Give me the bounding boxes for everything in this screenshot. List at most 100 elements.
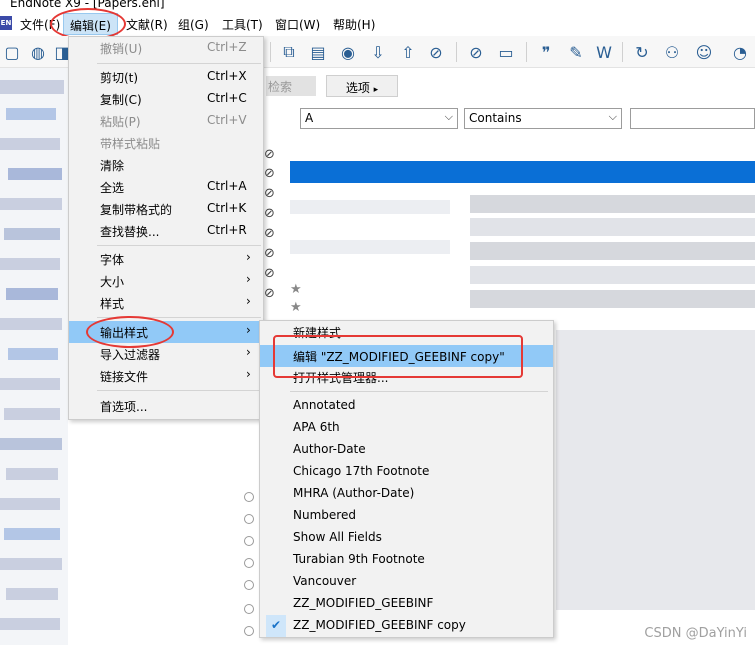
toolbar-separator — [456, 42, 457, 62]
blurred-reference-text — [470, 266, 755, 284]
blurred-reference-text — [470, 195, 755, 213]
radio-button[interactable] — [244, 580, 254, 590]
menu-undo[interactable]: 撤销(U) Ctrl+Z — [69, 37, 263, 59]
radio-button[interactable] — [244, 604, 254, 614]
menu-paste[interactable]: 粘贴(P) Ctrl+V — [69, 110, 263, 132]
blurred-content — [0, 318, 62, 330]
style-author-date[interactable]: Author-Date — [260, 439, 553, 461]
menu-size[interactable]: 大小 › — [69, 270, 263, 292]
toolbar-link-icon[interactable]: ⊘ — [464, 40, 488, 64]
menu-select-all[interactable]: 全选 Ctrl+A — [69, 176, 263, 198]
search-text-input[interactable] — [630, 108, 755, 129]
title-bar: EndNote X9 - [Papers.enl] — [0, 0, 755, 12]
edit-style-annotation-rect — [273, 335, 523, 378]
blurred-content — [0, 618, 60, 630]
chevron-right-icon: › — [246, 272, 251, 286]
toolbar-library-icon[interactable]: ▢ — [0, 40, 24, 64]
radio-button[interactable] — [244, 536, 254, 546]
radio-button[interactable] — [244, 558, 254, 568]
blurred-content — [4, 228, 60, 240]
radio-button[interactable] — [244, 514, 254, 524]
menu-separator — [290, 391, 548, 392]
clip-icon: ⊘ — [264, 226, 275, 241]
toolbar-download-icon[interactable]: ⇩ — [366, 40, 390, 64]
blurred-content — [6, 468, 58, 480]
menu-paste-with-style[interactable]: 带样式粘贴 — [69, 132, 263, 154]
toolbar-folder-icon[interactable]: ▭ — [494, 40, 518, 64]
toolbar-user-icon[interactable]: ☺ — [692, 40, 716, 64]
clip-icon: ⊘ — [264, 206, 275, 221]
toolbar-separator — [526, 42, 527, 62]
menu-import-filters[interactable]: 导入过滤器 › — [69, 343, 263, 365]
style-mhra-author-date[interactable]: MHRA (Author-Date) — [260, 483, 553, 505]
style-apa-6th[interactable]: APA 6th — [260, 417, 553, 439]
menu-copy-formatted[interactable]: 复制带格式的 Ctrl+K — [69, 198, 263, 220]
toolbar-word-icon[interactable]: W — [592, 40, 616, 64]
radio-button[interactable] — [244, 492, 254, 502]
chevron-right-icon: › — [246, 367, 251, 381]
menu-groups[interactable]: 组(G) — [178, 16, 209, 33]
style-numbered[interactable]: Numbered — [260, 505, 553, 527]
blurred-content — [0, 258, 60, 270]
toolbar-globe-icon[interactable]: ◍ — [26, 40, 50, 64]
star-icon[interactable]: ★ — [290, 282, 302, 297]
star-icon[interactable]: ★ — [290, 300, 302, 315]
clip-icon: ⊘ — [264, 147, 275, 162]
chevron-right-icon: › — [246, 345, 251, 359]
clip-icon: ⊘ — [264, 166, 275, 181]
blurred-content — [4, 528, 60, 540]
menu-font[interactable]: 字体 › — [69, 248, 263, 270]
toolbar-share-icon[interactable]: ⚇ — [660, 40, 684, 64]
menu-cut[interactable]: 剪切(t) Ctrl+X — [69, 66, 263, 88]
style-zz-modified-geebinf[interactable]: ZZ_MODIFIED_GEEBINF — [260, 593, 553, 615]
toolbar-more-icon[interactable]: ◔ — [728, 40, 752, 64]
toolbar-format-icon[interactable]: ✎ — [564, 40, 588, 64]
selected-reference-row[interactable] — [290, 161, 755, 183]
toolbar-online-search-icon[interactable]: ◉ — [336, 40, 360, 64]
dropdown-arrow-icon: ⌵ — [608, 110, 617, 123]
menu-find-replace[interactable]: 查找替换... Ctrl+R — [69, 220, 263, 242]
field-select[interactable]: A ⌵ — [300, 108, 458, 129]
operator-select[interactable]: Contains ⌵ — [464, 108, 622, 129]
check-icon: ✔ — [266, 615, 286, 637]
chevron-right-icon: › — [246, 323, 251, 337]
blurred-content — [0, 138, 60, 150]
blurred-content — [0, 80, 64, 94]
menu-tools[interactable]: 工具(T) — [222, 16, 263, 33]
blurred-content — [6, 108, 56, 120]
menu-style[interactable]: 样式 › — [69, 292, 263, 314]
style-chicago-17th-footnote[interactable]: Chicago 17th Footnote — [260, 461, 553, 483]
menu-preferences[interactable]: 首选项... — [69, 395, 263, 417]
blurred-content — [4, 408, 60, 420]
radio-button[interactable] — [244, 626, 254, 636]
blurred-reference-text — [290, 240, 450, 254]
endnote-app-icon[interactable]: EN — [0, 16, 12, 30]
blurred-content — [0, 438, 62, 450]
blurred-content — [8, 168, 62, 180]
menu-link-file[interactable]: 链接文件 › — [69, 365, 263, 387]
edit-menu-dropdown: 撤销(U) Ctrl+Z 剪切(t) Ctrl+X 复制(C) Ctrl+C 粘… — [68, 36, 264, 420]
menu-references[interactable]: 文献(R) — [126, 16, 168, 33]
menu-copy[interactable]: 复制(C) Ctrl+C — [69, 88, 263, 110]
blurred-content — [6, 288, 58, 300]
left-groups-panel — [0, 68, 68, 645]
menu-help[interactable]: 帮助(H) — [333, 16, 375, 33]
menu-window[interactable]: 窗口(W) — [275, 16, 320, 33]
style-show-all-fields[interactable]: Show All Fields — [260, 527, 553, 549]
toolbar-copy-icon[interactable]: ⧉ — [277, 40, 301, 64]
options-button[interactable]: 选项 ▸ — [326, 75, 398, 97]
blurred-reference-text — [470, 290, 755, 308]
menu-separator — [97, 245, 261, 246]
toolbar-upload-icon[interactable]: ⇧ — [396, 40, 420, 64]
search-button[interactable]: 检索 — [266, 76, 316, 96]
style-annotated[interactable]: Annotated — [260, 395, 553, 417]
style-vancouver[interactable]: Vancouver — [260, 571, 553, 593]
toolbar-sync-icon[interactable]: ↻ — [630, 40, 654, 64]
menu-clear[interactable]: 清除 — [69, 154, 263, 176]
toolbar-quote-icon[interactable]: ❞ — [534, 40, 558, 64]
watermark: CSDN @DaYinYi — [644, 626, 747, 641]
toolbar-find-fulltext-icon[interactable]: ⊘ — [424, 40, 448, 64]
toolbar-new-reference-icon[interactable]: ▤ — [306, 40, 330, 64]
style-turabian-9th-footnote[interactable]: Turabian 9th Footnote — [260, 549, 553, 571]
style-zz-modified-geebinf-copy[interactable]: ✔ ZZ_MODIFIED_GEEBINF copy — [260, 615, 553, 637]
